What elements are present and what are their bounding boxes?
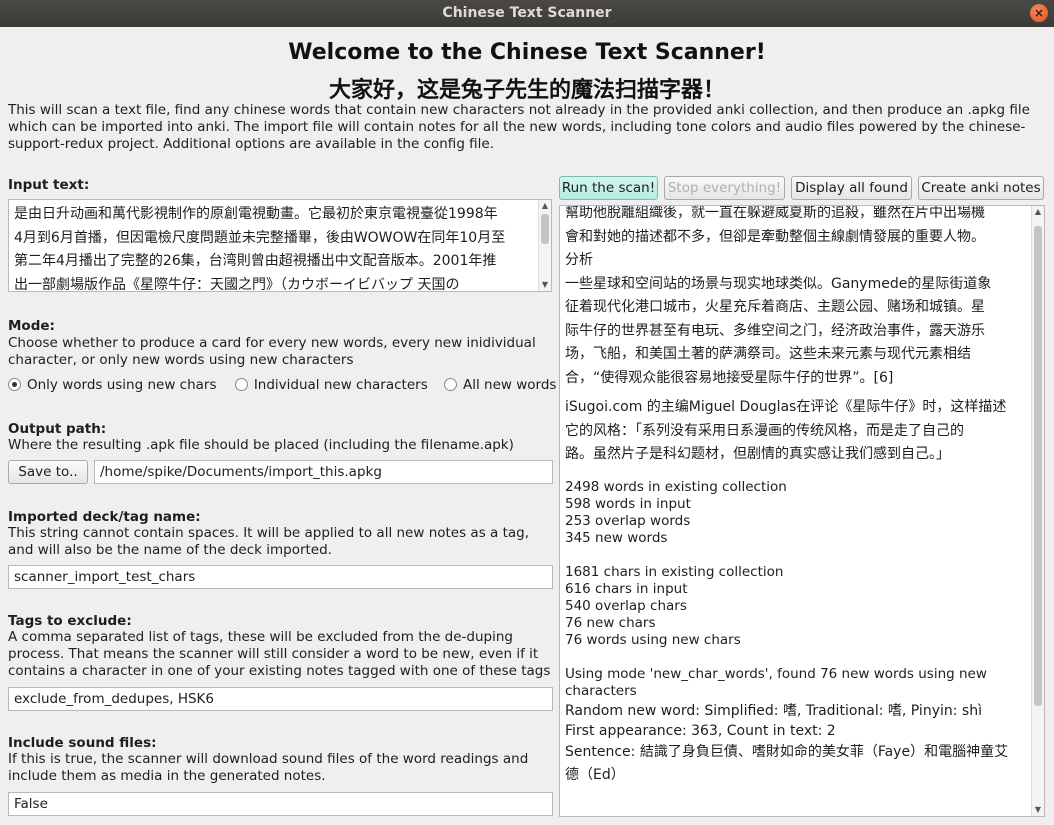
output-line: 幫助他脫離組織後，就一直在躲避威夏斯的追殺，雖然在片中出場機 <box>565 205 985 221</box>
stat-line: 540 overlap chars <box>565 597 687 614</box>
radio-selected-icon <box>8 378 21 391</box>
stat-line: 598 words in input <box>565 495 691 512</box>
sentence-line: 德（Ed） <box>565 766 625 783</box>
sound-files-label: Include sound files: <box>8 735 157 751</box>
output-line: 际牛仔的世界甚至有电玩、多维空间之门，经济政治事件，露天游乐 <box>565 322 985 339</box>
deck-tag-description: This string cannot contain spaces. It wi… <box>8 525 530 558</box>
stat-line: 345 new words <box>565 529 668 546</box>
radio-unselected-icon <box>234 378 248 391</box>
input-text-area[interactable]: 是由日升动画和萬代影視制作的原創電視動畫。它最初於東京電視臺從1998年 4月到… <box>8 199 552 292</box>
output-path-input[interactable]: /home/spike/Documents/import_this.apkg <box>94 460 553 484</box>
output-path-description: Where the resulting .apk file should be … <box>8 437 514 453</box>
scroll-thumb[interactable] <box>1034 226 1042 706</box>
welcome-title-chinese: 大家好，这是兔子先生的魔法扫描字器！ <box>328 78 725 103</box>
input-line: 是由日升动画和萬代影視制作的原創電視動畫。它最初於東京電視臺從1998年 <box>14 206 498 222</box>
intro-text: This will scan a text file, find any chi… <box>8 102 1030 152</box>
output-line: iSugoi.com 的主编Miguel Douglas在评论《星际牛仔》时，这… <box>565 399 1007 415</box>
random-word-line: Random new word: Simplified: 嗜, Traditio… <box>565 702 982 719</box>
mode-result-line: Using mode 'new_char_words', found 76 ne… <box>565 665 987 699</box>
mode-options: Only words using new chars Individual ne… <box>8 377 556 393</box>
output-path-label: Output path: <box>8 421 107 437</box>
radio-individual-chars[interactable]: Individual new characters <box>234 377 428 393</box>
output-line: 合，“使得观众能很容易地接受星际牛仔的世界”。[6] <box>565 369 894 386</box>
radio-unselected-icon <box>444 378 458 391</box>
stat-line: 76 words using new chars <box>565 631 741 648</box>
input-line: 第二年4月播出了完整的26集，台湾則曾由超視播出中文配音版本。2001年推 <box>14 253 497 269</box>
tags-exclude-input[interactable]: exclude_from_dedupes, HSK6 <box>8 687 553 711</box>
tags-exclude-description: A comma separated list of tags, these wi… <box>8 629 551 679</box>
output-line: 會和對她的描述都不多，但卻是牽動整個主線劇情發展的重要人物。 <box>565 228 985 245</box>
deck-tag-input[interactable]: scanner_import_test_chars <box>8 565 553 589</box>
char-stats: 1681 chars in existing collection 616 ch… <box>565 564 1027 649</box>
scroll-down-icon[interactable]: ▼ <box>1032 804 1044 816</box>
deck-tag-label: Imported deck/tag name: <box>8 509 201 525</box>
sentence-line: Sentence: 結識了身負巨債、嗜財如命的美女菲（Faye）和電腦神童艾 <box>565 743 1009 760</box>
stop-everything-button[interactable]: Stop everything! <box>664 176 785 200</box>
output-line: 分析 <box>565 252 593 268</box>
run-scan-button[interactable]: Run the scan! <box>559 176 658 200</box>
input-text-scrollbar[interactable]: ▲ ▼ <box>538 200 551 291</box>
word-stats: 2498 words in existing collection 598 wo… <box>565 479 1027 547</box>
stat-line: 76 new chars <box>565 614 656 631</box>
scroll-up-icon[interactable]: ▲ <box>1032 206 1044 218</box>
scroll-up-icon[interactable]: ▲ <box>539 200 551 212</box>
tags-exclude-label: Tags to exclude: <box>8 613 132 629</box>
close-window-icon[interactable]: × <box>1030 4 1048 22</box>
radio-words-new-chars[interactable]: Only words using new chars <box>8 377 217 393</box>
stat-line: 1681 chars in existing collection <box>565 563 784 580</box>
output-line: 路。虽然片子是科幻题材，但剧情的真实感让我们感到自己。」 <box>565 446 950 462</box>
welcome-title: Welcome to the Chinese Text Scanner! <box>288 40 766 65</box>
first-appearance-line: First appearance: 363, Count in text: 2 <box>565 722 836 739</box>
input-text-label: Input text: <box>8 177 90 193</box>
stat-line: 2498 words in existing collection <box>565 478 787 495</box>
stat-line: 616 chars in input <box>565 580 688 597</box>
title-bar: Chinese Text Scanner × <box>0 0 1054 27</box>
scroll-thumb[interactable] <box>541 214 549 244</box>
scan-output-panel[interactable]: 幫助他脫離組織後，就一直在躲避威夏斯的追殺，雖然在片中出場機 會和對她的描述都不… <box>559 205 1045 817</box>
sound-files-description: If this is true, the scanner will downlo… <box>8 751 529 784</box>
radio-all-new-words[interactable]: All new words <box>444 377 556 393</box>
save-to-button[interactable]: Save to.. <box>8 460 88 484</box>
window-title: Chinese Text Scanner <box>442 5 612 21</box>
output-line: 征着现代化港口城市，火星充斥着商店、主题公园、赌场和城镇。星 <box>565 299 985 315</box>
sound-files-input[interactable]: False <box>8 792 553 816</box>
stat-line: 253 overlap words <box>565 512 691 529</box>
output-scrollbar[interactable]: ▲ ▼ <box>1031 206 1044 816</box>
output-line: 一些星球和空间站的场景与现实地球类似。Ganymede的星际街道象 <box>565 275 992 292</box>
output-line: 场，飞船，和美国土著的萨满祭司。这些未来元素与现代元素相结 <box>565 346 971 362</box>
input-line: 出一部劇場版作品《星際牛仔：天國之門》（カウボーイビバップ 天国の <box>14 276 460 291</box>
output-line: 它的风格：「系列没有采用日系漫画的传统风格，而是走了自己的 <box>565 422 964 439</box>
input-line: 4月到6月首播，但因電檢尺度問題並未完整播畢，後由WOWOW在同年10月至 <box>14 229 506 246</box>
mode-description: Choose whether to produce a card for eve… <box>8 335 536 368</box>
create-anki-notes-button[interactable]: Create anki notes <box>918 176 1044 200</box>
scroll-down-icon[interactable]: ▼ <box>539 279 551 291</box>
display-all-found-button[interactable]: Display all found <box>791 176 912 200</box>
mode-label: Mode: <box>8 318 55 334</box>
